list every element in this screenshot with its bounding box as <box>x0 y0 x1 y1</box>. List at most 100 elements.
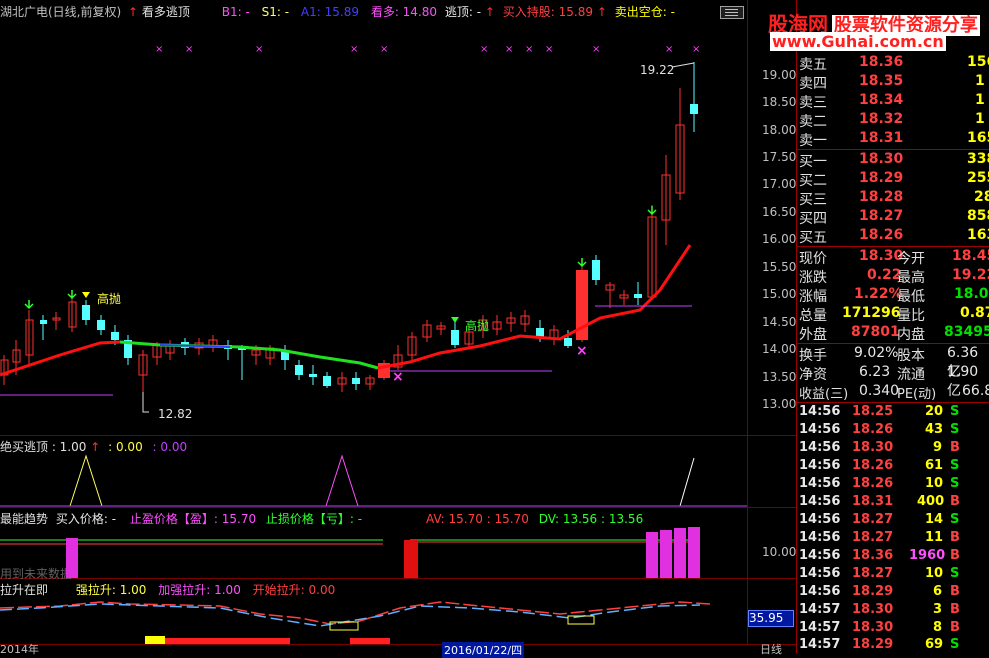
price-tick: 18.50 <box>762 95 797 109</box>
book-divider <box>797 149 989 150</box>
svg-text:×: × <box>185 44 193 55</box>
tick-row: 14:56 18.25 20 S <box>797 404 989 422</box>
sell-row: 卖五 18.36 156 <box>797 54 989 73</box>
tick-side: S <box>950 458 960 473</box>
tick-price: 18.31 <box>852 494 894 509</box>
stat-label: 外盘 <box>799 327 827 343</box>
tick-price: 18.30 <box>852 440 894 455</box>
tick-side: S <box>950 512 960 527</box>
tick-row: 14:57 18.29 69 S <box>797 637 989 655</box>
stat-label: 换手 <box>799 348 827 364</box>
tick-time: 14:56 <box>799 476 841 491</box>
sell-label: 卖四 <box>799 76 827 92</box>
kaishi-lasheng: 开始拉升: 0.00 <box>252 583 336 597</box>
tick-time: 14:57 <box>799 620 841 635</box>
tick-side: B <box>950 584 960 599</box>
price-tick: 13.50 <box>762 370 797 384</box>
tick-time: 14:56 <box>799 458 841 473</box>
svg-text:×: × <box>665 44 673 55</box>
stat-label: 涨幅 <box>799 289 827 305</box>
sell-label: 卖一 <box>799 133 827 149</box>
tick-volume: 10 <box>925 476 944 491</box>
tick-volume: 400 <box>917 494 945 509</box>
tick-time: 14:56 <box>799 530 841 545</box>
sell-volume: 1 <box>975 73 985 89</box>
buy-label: 买三 <box>799 192 827 208</box>
kanduo-value: 看多: 14.80 <box>370 5 438 19</box>
tick-volume: 3 <box>933 602 943 617</box>
tick-volume: 6 <box>933 584 943 599</box>
stat-label: 最低 <box>897 289 925 305</box>
stat-row: 涨跌0.22最高19.22 <box>797 267 989 286</box>
stat-row: 换手 9.02% 股本 6.36亿 <box>797 345 989 380</box>
stat-value: 66.8 <box>962 383 989 399</box>
tick-row: 14:56 18.27 14 S <box>797 512 989 530</box>
tick-price: 18.27 <box>852 512 894 527</box>
axis-separator <box>747 0 748 653</box>
footer-date-cursor[interactable]: 2016/01/22/四 <box>442 642 525 658</box>
sell-price: 18.35 <box>859 73 904 89</box>
buy-row: 买二 18.29 255 <box>797 170 989 189</box>
stat-value: 171296 <box>842 305 901 321</box>
stat-label: 现价 <box>799 251 827 267</box>
stats-divider <box>797 402 989 403</box>
sell-volume: 1 <box>975 92 985 108</box>
footer-period[interactable]: 日线 <box>760 641 782 657</box>
sell-empty-value: 卖出空仓: - <box>614 5 675 19</box>
sell-volume: 156 <box>967 54 989 70</box>
buy-label: 买一 <box>799 154 827 170</box>
tick-volume: 20 <box>925 404 944 419</box>
tick-row: 14:56 18.30 9 B <box>797 440 989 458</box>
tick-volume: 10 <box>925 566 944 581</box>
tick-volume: 14 <box>925 512 944 527</box>
s1-value: S1: - <box>261 5 290 19</box>
a1-value: A1: 15.89 <box>300 5 359 19</box>
svg-text:×: × <box>692 44 700 55</box>
panel-divider <box>0 578 796 579</box>
buy-price: 18.30 <box>859 151 904 167</box>
stat-row: 总量 171296量比 0.87 <box>797 305 989 324</box>
tick-side: B <box>950 602 960 617</box>
tick-time: 14:56 <box>799 440 841 455</box>
price-tick: 14.00 <box>762 342 797 356</box>
book-divider <box>797 246 989 247</box>
stat-label: 流通 <box>897 367 925 383</box>
tick-side: B <box>950 620 960 635</box>
gaopao-label-1: 高抛 <box>97 292 122 306</box>
stat-value: 19.22 <box>952 267 989 283</box>
buy-label: 买二 <box>799 173 827 189</box>
stat-label: 涨跌 <box>799 270 827 286</box>
tick-side: B <box>950 530 960 545</box>
sell-volume: 1 <box>975 111 985 127</box>
stat-value: 0.340 <box>859 383 900 399</box>
tick-time: 14:56 <box>799 566 841 581</box>
sell-price: 18.31 <box>859 130 904 146</box>
buy-volume: 255 <box>967 170 989 186</box>
stat-label: 股本 <box>897 348 925 364</box>
tick-volume: 43 <box>925 422 944 437</box>
jiaqiang-lasheng: 加强拉升: 1.00 <box>158 583 241 597</box>
indicator-name: 看多逃顶 <box>141 5 190 19</box>
b1-value: B1: - <box>221 5 250 19</box>
buy-price: 18.28 <box>859 189 904 205</box>
tick-volume: 61 <box>925 458 944 473</box>
tick-price: 18.36 <box>852 548 894 563</box>
sell-label: 卖二 <box>799 114 827 130</box>
settings-button[interactable] <box>720 6 744 19</box>
stat-label: 最高 <box>897 270 925 286</box>
stat-label: 内盘 <box>897 327 925 343</box>
tick-price: 18.30 <box>852 602 894 617</box>
svg-text:×: × <box>350 44 358 55</box>
buy-price: 18.27 <box>859 208 904 224</box>
candlestick-chart: × × × × × × × × × × × × × × <box>0 44 700 413</box>
stat-label: 今开 <box>897 251 925 267</box>
tick-row: 14:56 18.27 10 S <box>797 566 989 584</box>
tick-row: 14:56 18.26 43 S <box>797 422 989 440</box>
tick-volume: 9 <box>933 440 943 455</box>
taoding-value: 逃顶: - <box>444 5 482 19</box>
tick-time: 14:56 <box>799 548 841 563</box>
price-tick: 16.50 <box>762 205 797 219</box>
buy-row: 买四 18.27 858 <box>797 208 989 227</box>
stat-value: 1.22% <box>854 286 903 302</box>
price-tick: 15.00 <box>762 287 797 301</box>
